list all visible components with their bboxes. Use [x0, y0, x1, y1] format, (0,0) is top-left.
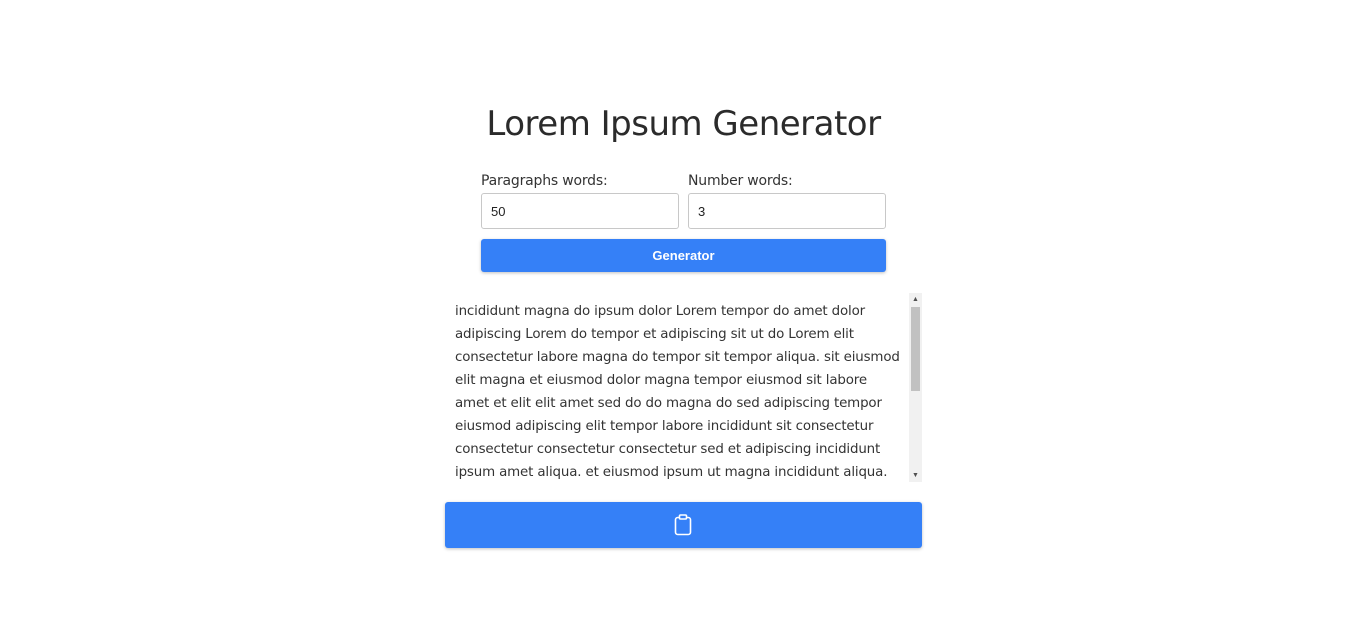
- page: Lorem Ipsum Generator Paragraphs words: …: [0, 0, 1367, 643]
- output-textarea[interactable]: incididunt magna do ipsum dolor Lorem te…: [445, 293, 922, 482]
- scroll-up-icon[interactable]: ▲: [909, 293, 922, 306]
- number-input[interactable]: [688, 193, 886, 229]
- generator-button[interactable]: Generator: [481, 239, 886, 272]
- paragraphs-input[interactable]: [481, 193, 679, 229]
- page-title: Lorem Ipsum Generator: [486, 104, 881, 144]
- number-label: Number words:: [688, 173, 793, 189]
- scroll-thumb[interactable]: [911, 307, 920, 391]
- paragraphs-field: Paragraphs words:: [481, 172, 679, 229]
- output-text: incididunt magna do ipsum dolor Lorem te…: [455, 304, 900, 480]
- scroll-down-icon[interactable]: ▼: [909, 469, 922, 482]
- paragraphs-label: Paragraphs words:: [481, 173, 608, 189]
- clipboard-icon: [674, 514, 692, 536]
- output-scrollbar[interactable]: ▲ ▼: [909, 293, 922, 482]
- number-field: Number words:: [688, 172, 886, 229]
- copy-button[interactable]: [445, 502, 922, 548]
